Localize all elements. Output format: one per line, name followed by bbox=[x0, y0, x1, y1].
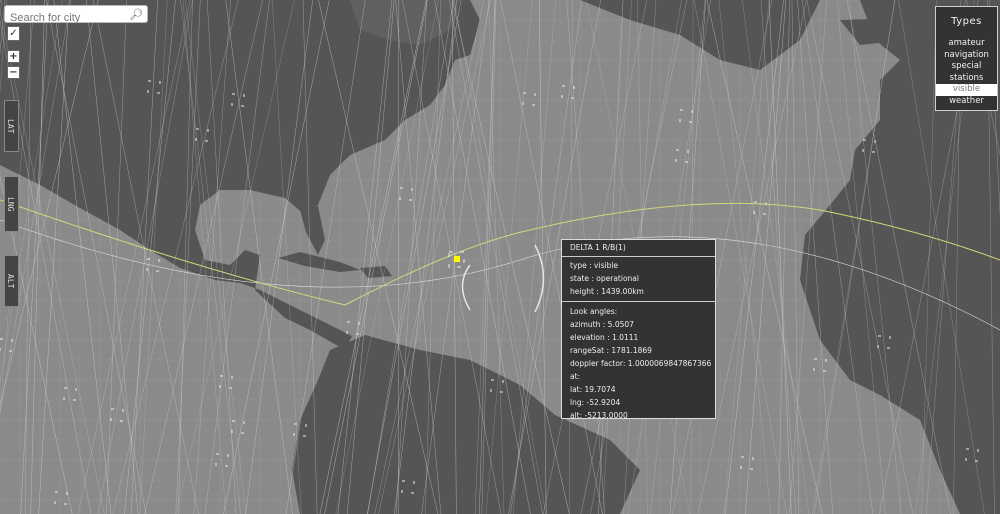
search-input[interactable] bbox=[5, 10, 128, 26]
azimuth-value: azimuth : 5.0507 bbox=[570, 320, 634, 329]
types-panel: Types amateur navigation special station… bbox=[935, 6, 998, 111]
longitude-readout: LNG -52.9204 bbox=[4, 176, 19, 232]
toggle-checkbox-button[interactable]: ✓ bbox=[7, 26, 20, 41]
type-item-amateur[interactable]: amateur bbox=[936, 38, 997, 50]
type-item-special[interactable]: special bbox=[936, 61, 997, 73]
search-icon[interactable]: 🔎︎ bbox=[129, 8, 143, 21]
divider bbox=[562, 301, 715, 302]
type-item-navigation[interactable]: navigation bbox=[936, 50, 997, 62]
range-value: rangeSat : 1781.1869 bbox=[570, 346, 652, 355]
types-title: Types bbox=[951, 16, 982, 27]
divider bbox=[562, 256, 715, 257]
types-list: amateur navigation special stations visi… bbox=[936, 38, 997, 107]
search-box[interactable]: 🔎︎ bbox=[4, 5, 148, 26]
look-angles-title: Look angles: bbox=[570, 307, 618, 316]
satellite-height: height : 1439.00km bbox=[570, 287, 644, 296]
lng-value: lng: -52.9204 bbox=[570, 398, 621, 407]
altitude-readout: ALT -5213.0 bbox=[4, 255, 19, 307]
doppler-value: doppler factor: 1.0000069847867366 bbox=[570, 359, 712, 368]
zoom-in-button[interactable]: + bbox=[7, 50, 20, 63]
latitude-readout: LAT 19.7074 bbox=[4, 100, 19, 152]
satellite-type: type : visible bbox=[570, 261, 619, 270]
satellite-name: DELTA 1 R/B(1) bbox=[570, 243, 626, 252]
type-item-weather[interactable]: weather bbox=[936, 96, 997, 108]
at-label: at: bbox=[570, 372, 581, 381]
alt-value: alt: -5213.0000 bbox=[570, 411, 628, 420]
type-item-stations[interactable]: stations bbox=[936, 73, 997, 85]
world-map[interactable] bbox=[0, 0, 1000, 514]
satellite-state: state : operational bbox=[570, 274, 639, 283]
zoom-out-button[interactable]: − bbox=[7, 66, 20, 79]
elevation-value: elevation : 1.0111 bbox=[570, 333, 639, 342]
type-item-visible[interactable]: visible bbox=[936, 84, 997, 96]
satellite-info-panel: DELTA 1 R/B(1) type : visible state : op… bbox=[561, 239, 716, 420]
lat-value: lat: 19.7074 bbox=[570, 385, 616, 394]
